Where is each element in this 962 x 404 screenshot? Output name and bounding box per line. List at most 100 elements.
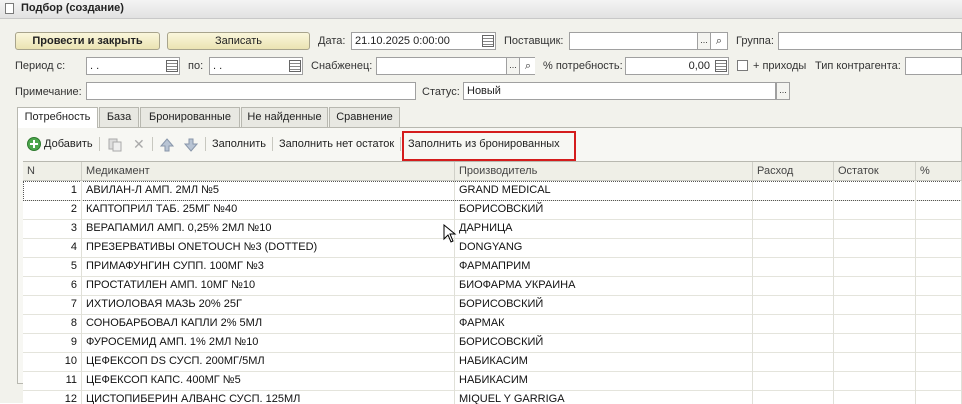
calendar-icon[interactable] bbox=[289, 60, 301, 72]
table-row[interactable]: 7 ИХТИОЛОВАЯ МАЗЬ 20% 25Г БОРИСОВСКИЙ bbox=[23, 295, 962, 315]
column-header-manufacturer[interactable]: Производитель bbox=[455, 162, 753, 180]
cell-consumption[interactable] bbox=[753, 200, 834, 219]
status-field[interactable]: Новый bbox=[463, 82, 776, 100]
cell-medicament[interactable]: ВЕРАПАМИЛ АМП. 0,25% 2МЛ №10 bbox=[82, 219, 455, 238]
plus-receipts-checkbox[interactable] bbox=[737, 60, 748, 71]
cell-stock[interactable] bbox=[834, 219, 916, 238]
delete-icon[interactable]: ✕ bbox=[133, 136, 145, 153]
cell-stock[interactable] bbox=[834, 390, 916, 404]
status-select-button[interactable]: ... bbox=[776, 82, 790, 100]
cell-consumption[interactable] bbox=[753, 295, 834, 314]
cell-manufacturer[interactable]: НАБИКАСИМ bbox=[455, 371, 753, 390]
buyer-search-icon[interactable]: ⌕ bbox=[521, 58, 535, 74]
cell-manufacturer[interactable]: БОРИСОВСКИЙ bbox=[455, 295, 753, 314]
cell-consumption[interactable] bbox=[753, 333, 834, 352]
cell-stock[interactable] bbox=[834, 181, 916, 200]
cell-percent[interactable] bbox=[916, 295, 962, 314]
cell-n[interactable]: 10 bbox=[23, 352, 82, 371]
cell-manufacturer[interactable]: ФАРМАПРИМ bbox=[455, 257, 753, 276]
cell-n[interactable]: 4 bbox=[23, 238, 82, 257]
cell-percent[interactable] bbox=[916, 333, 962, 352]
cell-medicament[interactable]: ЦЕФЕКСОП DS СУСП. 200МГ/5МЛ bbox=[82, 352, 455, 371]
cell-medicament[interactable]: ПРИМАФУНГИН СУПП. 100МГ №3 bbox=[82, 257, 455, 276]
cell-percent[interactable] bbox=[916, 219, 962, 238]
table-row[interactable]: 9 ФУРОСЕМИД АМП. 1% 2МЛ №10 БОРИСОВСКИЙ bbox=[23, 333, 962, 353]
cell-manufacturer[interactable]: DONGYANG bbox=[455, 238, 753, 257]
cell-consumption[interactable] bbox=[753, 181, 834, 200]
column-header-percent[interactable]: % bbox=[916, 162, 962, 180]
needs-table[interactable]: N Медикамент Производитель Расход Остато… bbox=[23, 161, 962, 404]
cell-percent[interactable] bbox=[916, 352, 962, 371]
cell-percent[interactable] bbox=[916, 257, 962, 276]
cell-stock[interactable] bbox=[834, 295, 916, 314]
cell-medicament[interactable]: АВИЛАН-Л АМП. 2МЛ №5 bbox=[82, 181, 455, 200]
supplier-search-icon[interactable]: ⌕ bbox=[712, 33, 726, 49]
add-button[interactable]: Добавить bbox=[44, 135, 93, 153]
cell-n[interactable]: 11 bbox=[23, 371, 82, 390]
cell-consumption[interactable] bbox=[753, 276, 834, 295]
table-row[interactable]: 12 ЦИСТОПИБЕРИН АЛВАНС СУСП. 125МЛ MIQUEL … bbox=[23, 390, 962, 404]
cell-stock[interactable] bbox=[834, 314, 916, 333]
cell-consumption[interactable] bbox=[753, 238, 834, 257]
cell-consumption[interactable] bbox=[753, 352, 834, 371]
cell-stock[interactable] bbox=[834, 371, 916, 390]
cell-percent[interactable] bbox=[916, 371, 962, 390]
supplier-select-button[interactable]: ... bbox=[697, 32, 711, 50]
cell-consumption[interactable] bbox=[753, 257, 834, 276]
table-row[interactable]: 4 ПРЕЗЕРВАТИВЫ ONETOUCH №3 (DOTTED) DONGYA… bbox=[23, 238, 962, 258]
fill-button[interactable]: Заполнить bbox=[212, 135, 266, 153]
cell-n[interactable]: 9 bbox=[23, 333, 82, 352]
cell-n[interactable]: 7 bbox=[23, 295, 82, 314]
cell-stock[interactable] bbox=[834, 352, 916, 371]
cell-stock[interactable] bbox=[834, 276, 916, 295]
add-icon[interactable] bbox=[27, 137, 41, 151]
table-row[interactable]: 1 АВИЛАН-Л АМП. 2МЛ №5 GRAND MEDICAL bbox=[23, 181, 962, 201]
column-header-n[interactable]: N bbox=[23, 162, 82, 180]
fill-no-stock-button[interactable]: Заполнить нет остаток bbox=[279, 135, 394, 153]
cell-n[interactable]: 8 bbox=[23, 314, 82, 333]
table-row[interactable]: 8 СОНОБАРБОВАЛ КАПЛИ 2% 5МЛ ФАРМАК bbox=[23, 314, 962, 334]
cell-n[interactable]: 12 bbox=[23, 390, 82, 404]
cell-stock[interactable] bbox=[834, 257, 916, 276]
cell-manufacturer[interactable]: НАБИКАСИМ bbox=[455, 352, 753, 371]
cell-manufacturer[interactable]: БОРИСОВСКИЙ bbox=[455, 200, 753, 219]
table-row[interactable]: 6 ПРОСТАТИЛЕН АМП. 10МГ №10 БИОФАРМА УКРАИ… bbox=[23, 276, 962, 296]
move-down-icon[interactable] bbox=[184, 138, 198, 152]
cell-medicament[interactable]: ИХТИОЛОВАЯ МАЗЬ 20% 25Г bbox=[82, 295, 455, 314]
table-row[interactable]: 2 КАПТОПРИЛ ТАБ. 25МГ №40 БОРИСОВСКИЙ bbox=[23, 200, 962, 220]
cell-medicament[interactable]: ЦИСТОПИБЕРИН АЛВАНС СУСП. 125МЛ bbox=[82, 390, 455, 404]
cell-medicament[interactable]: СОНОБАРБОВАЛ КАПЛИ 2% 5МЛ bbox=[82, 314, 455, 333]
note-field[interactable] bbox=[86, 82, 416, 100]
cell-medicament[interactable]: ПРЕЗЕРВАТИВЫ ONETOUCH №3 (DOTTED) bbox=[82, 238, 455, 257]
cell-manufacturer[interactable]: ДАРНИЦА bbox=[455, 219, 753, 238]
table-row[interactable]: 11 ЦЕФЕКСОП КАПС. 400МГ №5 НАБИКАСИМ bbox=[23, 371, 962, 391]
cell-consumption[interactable] bbox=[753, 314, 834, 333]
cell-percent[interactable] bbox=[916, 390, 962, 404]
cell-n[interactable]: 5 bbox=[23, 257, 82, 276]
calendar-icon[interactable] bbox=[166, 60, 178, 72]
cell-manufacturer[interactable]: GRAND MEDICAL bbox=[455, 181, 753, 200]
cell-medicament[interactable]: КАПТОПРИЛ ТАБ. 25МГ №40 bbox=[82, 200, 455, 219]
tab-base[interactable]: База bbox=[99, 107, 139, 127]
cell-stock[interactable] bbox=[834, 238, 916, 257]
buyer-select-button[interactable]: ... bbox=[506, 57, 520, 75]
cell-manufacturer[interactable]: БОРИСОВСКИЙ bbox=[455, 333, 753, 352]
table-row[interactable]: 10 ЦЕФЕКСОП DS СУСП. 200МГ/5МЛ НАБИКАСИМ bbox=[23, 352, 962, 372]
table-row[interactable]: 3 ВЕРАПАМИЛ АМП. 0,25% 2МЛ №10 ДАРНИЦА bbox=[23, 219, 962, 239]
cell-medicament[interactable]: ФУРОСЕМИД АМП. 1% 2МЛ №10 bbox=[82, 333, 455, 352]
cell-manufacturer[interactable]: БИОФАРМА УКРАИНА bbox=[455, 276, 753, 295]
column-header-stock[interactable]: Остаток bbox=[834, 162, 916, 180]
cell-n[interactable]: 6 bbox=[23, 276, 82, 295]
need-percent-field[interactable]: 0,00 bbox=[625, 57, 729, 75]
group-field[interactable] bbox=[778, 32, 962, 50]
cell-consumption[interactable] bbox=[753, 371, 834, 390]
cell-medicament[interactable]: ПРОСТАТИЛЕН АМП. 10МГ №10 bbox=[82, 276, 455, 295]
cell-stock[interactable] bbox=[834, 200, 916, 219]
cell-stock[interactable] bbox=[834, 333, 916, 352]
post-and-close-button[interactable]: Провести и закрыть bbox=[15, 32, 160, 50]
column-header-consumption[interactable]: Расход bbox=[753, 162, 834, 180]
cell-percent[interactable] bbox=[916, 314, 962, 333]
cell-medicament[interactable]: ЦЕФЕКСОП КАПС. 400МГ №5 bbox=[82, 371, 455, 390]
date-field[interactable]: 21.10.2025 0:00:00 bbox=[351, 32, 496, 50]
cell-n[interactable]: 3 bbox=[23, 219, 82, 238]
